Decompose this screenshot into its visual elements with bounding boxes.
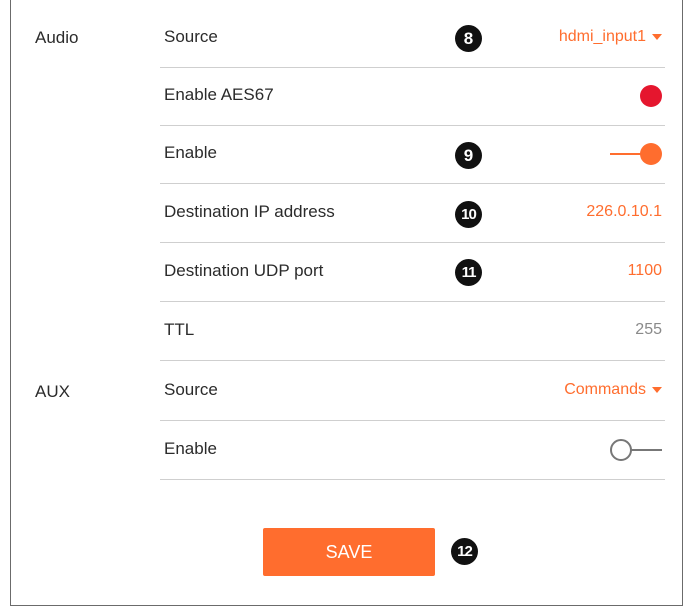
enable-aes67-label: Enable AES67	[164, 85, 274, 104]
destination-udp-port-row: Destination UDP port 1100	[160, 244, 665, 302]
audio-enable-toggle[interactable]	[610, 143, 662, 165]
callout-badge: 8	[455, 25, 482, 52]
ttl-label: TTL	[164, 320, 195, 339]
aux-source-label: Source	[164, 380, 218, 399]
audio-source-label: Source	[164, 27, 218, 46]
toggle-knob	[610, 439, 632, 461]
destination-ip-row: Destination IP address 226.0.10.1	[160, 185, 665, 243]
toggle-knob	[640, 143, 662, 165]
audio-enable-label: Enable	[164, 143, 217, 162]
aux-enable-label: Enable	[164, 439, 217, 458]
aux-source-row: Source Commands	[160, 363, 665, 421]
callout-badge: 10	[455, 201, 482, 228]
destination-ip-label: Destination IP address	[164, 202, 335, 221]
ttl-value: 255	[635, 321, 662, 338]
chevron-down-icon	[652, 386, 662, 393]
aes67-status-indicator[interactable]	[640, 85, 662, 107]
destination-ip-value[interactable]: 226.0.10.1	[586, 203, 662, 221]
aux-enable-toggle[interactable]	[610, 439, 662, 461]
aux-section-label: AUX	[35, 382, 70, 401]
ttl-row: TTL 255	[160, 303, 665, 361]
save-button[interactable]: SAVE	[263, 528, 435, 576]
enable-aes67-row: Enable AES67	[160, 68, 665, 126]
audio-source-dropdown[interactable]: hdmi_input1	[559, 28, 662, 46]
audio-source-value: hdmi_input1	[558, 28, 646, 45]
destination-udp-port-label: Destination UDP port	[164, 261, 324, 280]
audio-enable-row: Enable	[160, 126, 665, 184]
callout-badge: 11	[455, 259, 482, 286]
audio-section-label: Audio	[35, 28, 79, 47]
callout-badge: 9	[455, 142, 482, 169]
aux-enable-row: Enable	[160, 422, 665, 480]
audio-source-row: Source hdmi_input1	[160, 10, 665, 68]
aux-source-value: Commands	[564, 381, 646, 398]
aux-source-dropdown[interactable]: Commands	[564, 381, 662, 399]
destination-udp-port-value[interactable]: 1100	[628, 262, 662, 280]
chevron-down-icon	[652, 33, 662, 40]
callout-badge: 12	[451, 538, 478, 565]
